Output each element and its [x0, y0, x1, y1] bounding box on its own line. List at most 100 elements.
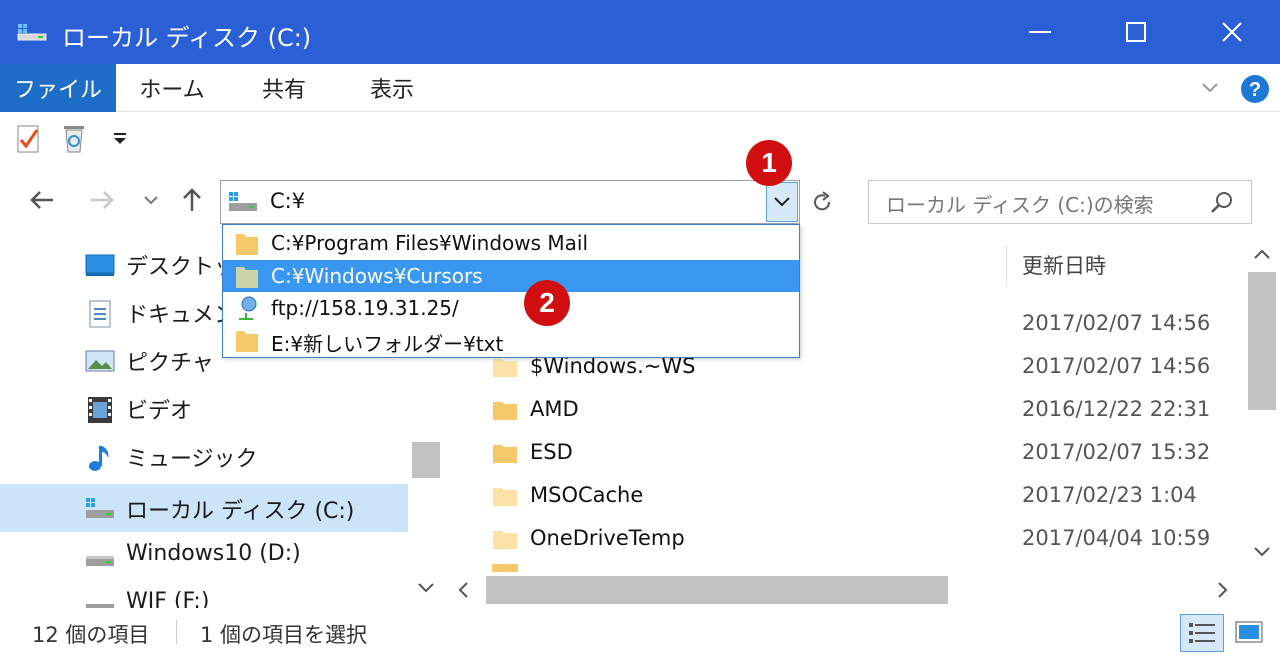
file-date: 2016/12/22 22:31: [1022, 397, 1211, 421]
window-title: ローカル ディスク (C:): [62, 24, 312, 52]
drive-icon: [84, 592, 116, 608]
file-name: OneDriveTemp: [530, 526, 685, 550]
callout-badge-1: 1: [746, 140, 792, 186]
refresh-icon: [814, 191, 831, 211]
music-icon: [84, 444, 116, 471]
scroll-down-button[interactable]: [1252, 544, 1272, 564]
dropdown-item-selected[interactable]: C:¥Windows¥Cursors: [223, 260, 799, 292]
svg-text:?: ?: [1249, 79, 1261, 101]
folder-icon: [492, 441, 518, 465]
file-name: AMD: [530, 397, 579, 421]
chevron-down-icon: [774, 197, 790, 207]
nav-item-label: ビデオ: [126, 399, 193, 424]
desktop-icon: [84, 252, 116, 278]
chevron-left-icon: [458, 582, 468, 598]
nav-item-label: ローカル ディスク (C:): [126, 499, 355, 524]
item-count: 12 個の項目: [32, 623, 150, 647]
file-date: 2017/02/23 1:04: [1022, 483, 1197, 507]
list-item[interactable]: ESD 2017/02/07 15:32: [448, 433, 1244, 476]
dropdown-item[interactable]: ftp://158.19.31.25/: [223, 292, 799, 324]
arrow-up-icon: [183, 188, 201, 211]
arrow-left-icon: [30, 191, 53, 209]
dropdown-item[interactable]: C:¥Program Files¥Windows Mail: [223, 227, 799, 259]
address-history-button[interactable]: [766, 182, 798, 222]
column-header-date[interactable]: 更新日時: [1022, 250, 1106, 306]
title-bar[interactable]: ローカル ディスク (C:): [0, 0, 1280, 64]
drive-icon: [84, 544, 116, 570]
file-name: ESD: [530, 440, 573, 464]
properties-icon: [17, 125, 39, 153]
tab-view[interactable]: 表示: [340, 64, 444, 112]
properties-button[interactable]: [16, 124, 42, 154]
scrollbar-thumb[interactable]: [1248, 272, 1276, 410]
tab-share[interactable]: 共有: [232, 64, 336, 112]
recycle-bin-button[interactable]: [60, 122, 88, 154]
dropdown-item[interactable]: E:¥新しいフォルダー¥txt: [223, 324, 799, 356]
nav-item-local-disk[interactable]: ローカル ディスク (C:): [0, 484, 408, 532]
folder-icon: [235, 327, 259, 353]
nav-item-label: Windows10 (D:): [126, 541, 301, 566]
videos-icon: [84, 396, 116, 423]
folder-icon: [492, 398, 518, 422]
refresh-button[interactable]: [802, 182, 842, 222]
large-icons-view-icon: [1235, 621, 1263, 643]
list-item[interactable]: OneDriveTemp 2017/04/04 10:59: [448, 519, 1244, 562]
tab-file[interactable]: ファイル: [0, 64, 116, 112]
nav-item-label: ピクチャ: [126, 351, 214, 376]
file-date: 2017/04/04 10:59: [1022, 526, 1211, 550]
column-divider: [1006, 246, 1007, 286]
nav-item-videos[interactable]: ビデオ: [0, 384, 408, 432]
list-item[interactable]: AMD 2016/12/22 22:31: [448, 390, 1244, 433]
chevron-down-icon: [418, 583, 434, 593]
maximize-button[interactable]: [1088, 0, 1184, 64]
pictures-icon: [84, 348, 116, 374]
file-date: 2017/02/07 15:32: [1022, 440, 1211, 464]
chevron-right-icon: [1218, 582, 1228, 598]
minimize-button[interactable]: [992, 0, 1088, 64]
scrollbar-thumb[interactable]: [412, 442, 440, 478]
nav-item-label: ミュージック: [126, 447, 258, 472]
nav-item-drive-f[interactable]: WIF (F:): [0, 580, 408, 608]
scroll-down-button[interactable]: [416, 580, 436, 600]
details-view-button[interactable]: [1180, 614, 1224, 652]
folder-icon: [492, 564, 518, 572]
chevron-down-icon: [144, 196, 158, 205]
help-button[interactable]: ?: [1240, 74, 1270, 104]
divider: [176, 620, 177, 644]
scroll-left-button[interactable]: [456, 580, 476, 600]
tab-home[interactable]: ホーム: [120, 64, 224, 112]
documents-icon: [84, 300, 116, 328]
details-view-icon: [1189, 623, 1215, 643]
file-list-vertical-scrollbar[interactable]: [1244, 236, 1280, 572]
local-disk-icon: [84, 496, 116, 522]
network-location-icon: [235, 295, 259, 321]
search-icon: [1209, 191, 1235, 215]
nav-item-drive-d[interactable]: Windows10 (D:): [0, 532, 408, 580]
address-history-dropdown: C:¥Program Files¥Windows Mail C:¥Windows…: [222, 224, 800, 358]
scroll-up-button[interactable]: [1252, 246, 1272, 266]
dropdown-item-label: E:¥新しいフォルダー¥txt: [271, 332, 504, 356]
folder-icon: [492, 527, 518, 551]
address-bar[interactable]: [220, 180, 800, 224]
expand-ribbon-button[interactable]: [1196, 76, 1224, 100]
back-button[interactable]: [22, 180, 62, 220]
nav-item-music[interactable]: ミュージック: [0, 432, 408, 480]
scrollbar-thumb[interactable]: [486, 576, 948, 604]
search-placeholder: ローカル ディスク (C:)の検索: [886, 193, 1154, 217]
dropdown-arrow-icon: [114, 133, 126, 144]
file-date: 2017/02/07 14:56: [1022, 311, 1211, 335]
quick-access-toolbar: [0, 112, 1280, 164]
customize-toolbar-button[interactable]: [108, 130, 132, 148]
close-button[interactable]: [1184, 0, 1280, 64]
scroll-right-button[interactable]: [1216, 580, 1236, 600]
large-icons-view-button[interactable]: [1232, 616, 1268, 650]
file-list-horizontal-scrollbar[interactable]: [448, 572, 1244, 608]
recent-locations-button[interactable]: [138, 180, 164, 220]
arrow-right-icon: [91, 191, 114, 209]
forward-button[interactable]: [82, 180, 122, 220]
up-button[interactable]: [174, 180, 210, 220]
folder-icon: [235, 263, 259, 289]
list-item[interactable]: MSOCache 2017/02/23 1:04: [448, 476, 1244, 519]
address-path[interactable]: C:¥: [270, 189, 305, 213]
folder-icon: [492, 484, 518, 508]
